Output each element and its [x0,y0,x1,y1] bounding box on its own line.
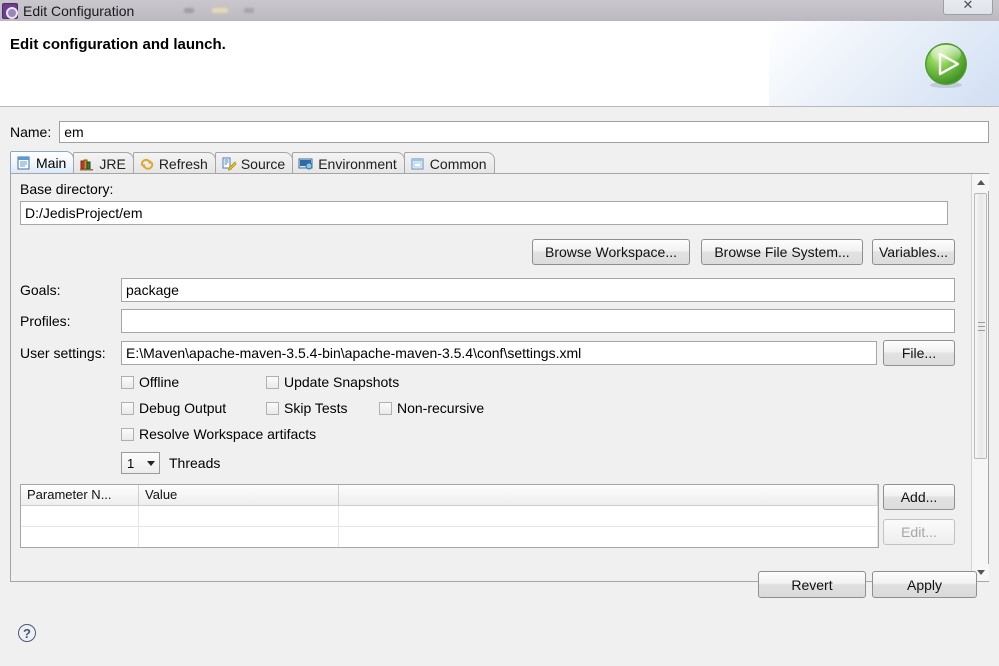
threads-label: Threads [169,455,221,471]
tab-bar: Main JRE Refresh Source Environment Comm… [10,151,989,174]
table-cell[interactable] [339,527,878,547]
variables-button[interactable]: Variables... [872,239,955,265]
titlebar-blob [212,8,229,13]
window-titlebar: Edit Configuration ✕ [0,0,999,21]
checkbox-update-snapshots[interactable]: Update Snapshots [266,374,399,390]
tab-main[interactable]: Main [10,151,75,174]
tab-label: JRE [99,155,126,172]
parameters-table[interactable]: Parameter N... Value [20,484,879,548]
column-header-value[interactable]: Value [139,485,339,505]
column-header-blank[interactable] [339,485,878,505]
scrollbar-grip [978,322,985,323]
user-settings-label: User settings: [20,345,106,361]
browse-workspace-button[interactable]: Browse Workspace... [532,239,690,265]
help-question-icon[interactable]: ? [18,624,36,642]
dialog-body: Name: Main [0,107,999,612]
tab-label: Refresh [158,155,208,172]
configuration-name-input[interactable] [59,121,989,143]
edit-configuration-dialog: Edit Configuration ✕ Edit configuration … [0,0,999,666]
tab-label: Environment [318,155,397,172]
table-row[interactable] [21,506,878,527]
checkbox-box[interactable] [266,375,279,389]
threads-dropdown[interactable]: 1 [121,452,160,474]
goals-input[interactable] [121,278,955,302]
edit-parameter-button: Edit... [883,519,955,545]
tab-label: Common [429,155,487,172]
scrollbar-grip [978,330,985,331]
checkbox-label: Non-recursive [397,400,485,416]
table-row[interactable] [21,527,878,547]
checkbox-label: Skip Tests [284,400,348,416]
checkbox-debug-output[interactable]: Debug Output [121,400,226,416]
checkbox-label: Debug Output [139,400,227,416]
titlebar-decoration [134,0,999,21]
checkbox-resolve-workspace-artifacts[interactable]: Resolve Workspace artifacts [121,426,316,442]
checkbox-box[interactable] [121,375,134,389]
main-page-icon [16,156,32,170]
window-close-button[interactable]: ✕ [943,0,993,15]
add-parameter-button[interactable]: Add... [883,484,955,510]
environment-icon [298,157,314,171]
titlebar-blob [184,8,195,13]
scrollbar-grip [978,326,985,327]
profiles-label: Profiles: [20,313,71,329]
user-settings-input[interactable] [121,341,877,365]
table-cell[interactable] [21,527,139,547]
checkbox-label: Update Snapshots [284,374,400,390]
jre-books-icon [79,157,95,171]
dialog-header: Edit configuration and launch. [0,21,999,107]
tab-label: Main [36,155,67,171]
user-settings-file-button[interactable]: File... [883,340,955,366]
name-row: Name: [10,120,989,144]
checkbox-label: Offline [139,374,180,390]
table-cell[interactable] [139,506,339,526]
chevron-down-icon[interactable] [143,453,159,473]
dialog-footer: https://blog.csdn.net/qq_12704045 ? Run … [0,612,999,666]
table-cell[interactable] [339,506,878,526]
column-header-parameter-name[interactable]: Parameter N... [21,485,139,505]
checkbox-box[interactable] [121,427,134,441]
checkbox-skip-tests[interactable]: Skip Tests [266,400,348,416]
checkbox-box[interactable] [266,401,279,415]
gear-icon [2,2,18,19]
checkbox-label: Resolve Workspace artifacts [139,426,317,442]
window-title: Edit Configuration [23,2,135,19]
table-header-row: Parameter N... Value [21,485,878,506]
tab-environment[interactable]: Environment [292,152,405,174]
page-title: Edit configuration and launch. [10,36,226,53]
source-pencil-icon [221,157,237,171]
refresh-arrows-icon [139,157,155,171]
main-tab-panel: Base directory: Browse Workspace... Brow… [10,173,989,582]
checkbox-offline[interactable]: Offline [121,374,179,390]
table-cell[interactable] [139,527,339,547]
profiles-input[interactable] [121,309,955,333]
scrollbar-thumb[interactable] [974,193,987,459]
checkbox-box[interactable] [121,401,134,415]
titlebar-blob [244,8,255,13]
goals-label: Goals: [20,282,61,298]
apply-button[interactable]: Apply [872,571,977,598]
tab-jre[interactable]: JRE [73,152,134,174]
threads-value: 1 [127,455,135,471]
tab-source[interactable]: Source [214,152,294,174]
browse-file-system-button[interactable]: Browse File System... [701,239,863,265]
checkbox-non-recursive[interactable]: Non-recursive [379,400,484,416]
revert-button[interactable]: Revert [758,571,866,598]
run-play-icon [921,40,971,90]
common-window-icon [410,157,426,171]
base-directory-input[interactable] [20,201,948,225]
panel-scrollbar[interactable] [971,174,989,581]
tab-common[interactable]: Common [403,152,495,174]
table-cell[interactable] [21,506,139,526]
tab-refresh[interactable]: Refresh [132,152,216,174]
tab-label: Source [240,155,286,172]
name-label: Name: [10,124,52,140]
base-directory-label: Base directory: [20,181,114,197]
checkbox-box[interactable] [379,401,392,415]
scroll-up-arrow-icon[interactable] [972,174,989,191]
